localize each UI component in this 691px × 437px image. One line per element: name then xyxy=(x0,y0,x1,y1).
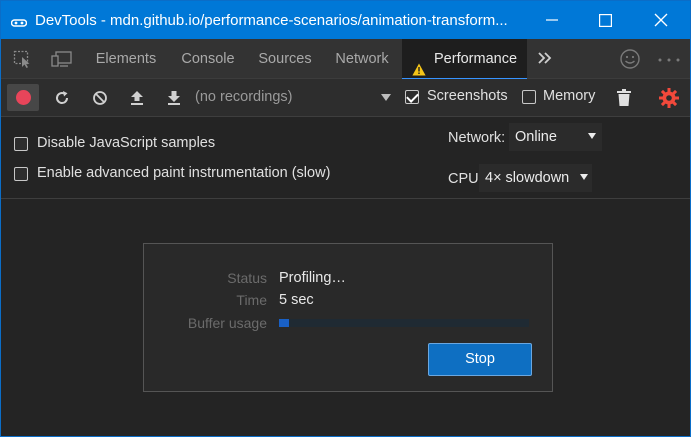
time-value: 5 sec xyxy=(279,292,314,308)
buffer-usage-fill xyxy=(279,319,289,327)
device-emulation-icon[interactable] xyxy=(51,50,72,68)
cpu-throttle-select[interactable]: 4× slowdown xyxy=(479,164,592,192)
upload-profile-button[interactable] xyxy=(126,79,148,116)
chevron-down-icon xyxy=(580,174,588,180)
performance-toolbar: (no recordings) Screenshots Memory xyxy=(1,79,690,117)
minimize-icon xyxy=(546,19,558,21)
screenshots-label: Screenshots xyxy=(427,88,508,104)
record-icon xyxy=(15,90,31,105)
network-throttle-label: Network: xyxy=(448,130,506,146)
stop-button[interactable]: Stop xyxy=(428,343,532,376)
devtools-window: DevTools - mdn.github.io/performance-sce… xyxy=(0,0,691,437)
feedback-smiley-icon[interactable] xyxy=(619,48,641,70)
network-throttle-select[interactable]: Online xyxy=(509,123,602,151)
status-value: Profiling… xyxy=(279,270,346,286)
capture-settings-button[interactable] xyxy=(657,79,681,116)
maximize-icon xyxy=(598,13,612,27)
inspect-element-icon[interactable] xyxy=(13,50,33,68)
collect-garbage-button[interactable] xyxy=(613,79,635,116)
more-options-icon[interactable] xyxy=(657,53,681,65)
tab-elements[interactable]: Elements xyxy=(85,39,167,79)
close-icon xyxy=(654,13,668,27)
window-title: DevTools - mdn.github.io/performance-sce… xyxy=(35,11,508,29)
panel-tab-bar: Elements Console Sources Network Perform… xyxy=(1,39,690,80)
more-tabs-chevron-icon[interactable] xyxy=(537,51,557,69)
capture-settings-pane: Disable JavaScript samples Enable advanc… xyxy=(1,117,690,199)
cpu-throttle-value: 4× slowdown xyxy=(485,170,570,186)
upload-icon xyxy=(131,90,143,105)
memory-label: Memory xyxy=(543,88,596,104)
tab-network[interactable]: Network xyxy=(323,39,401,79)
chevron-down-icon xyxy=(588,133,596,139)
tab-sources[interactable]: Sources xyxy=(249,39,321,79)
disable-js-samples-checkbox[interactable] xyxy=(14,137,28,151)
buffer-usage-bar xyxy=(279,319,529,327)
screenshots-checkbox[interactable] xyxy=(405,90,419,104)
trash-icon xyxy=(617,88,631,106)
close-button[interactable] xyxy=(638,1,684,39)
reload-record-button[interactable] xyxy=(51,79,73,116)
network-throttle-value: Online xyxy=(515,129,557,145)
gear-icon xyxy=(659,87,679,108)
paint-instrumentation-checkbox[interactable] xyxy=(14,167,28,181)
tab-performance[interactable]: Performance xyxy=(402,39,527,80)
recordings-dropdown-icon[interactable] xyxy=(381,94,391,101)
paint-instrumentation-label: Enable advanced paint instrumentation (s… xyxy=(37,165,331,181)
timeline-main-area: Status Profiling… Time 5 sec Buffer usag… xyxy=(1,200,690,436)
maximize-button[interactable] xyxy=(582,1,628,39)
record-button[interactable] xyxy=(7,84,39,111)
download-icon xyxy=(168,90,180,105)
memory-checkbox[interactable] xyxy=(522,90,536,104)
download-profile-button[interactable] xyxy=(163,79,185,116)
status-label: Status xyxy=(227,270,267,286)
time-label: Time xyxy=(236,292,267,308)
buffer-usage-label: Buffer usage xyxy=(187,315,267,331)
recordings-select[interactable]: (no recordings) xyxy=(195,79,293,116)
reload-icon xyxy=(56,90,69,104)
disable-js-samples-label: Disable JavaScript samples xyxy=(37,135,216,151)
title-bar: DevTools - mdn.github.io/performance-sce… xyxy=(1,1,690,39)
tab-console[interactable]: Console xyxy=(169,39,247,79)
profiling-status-dialog: Status Profiling… Time 5 sec Buffer usag… xyxy=(143,243,553,392)
cpu-throttle-label: CPU: xyxy=(448,171,483,187)
tab-performance-label: Performance xyxy=(434,51,518,67)
minimize-button[interactable] xyxy=(529,1,575,39)
devtools-app-icon xyxy=(10,15,28,27)
clear-icon xyxy=(93,90,107,105)
clear-button[interactable] xyxy=(89,79,111,116)
